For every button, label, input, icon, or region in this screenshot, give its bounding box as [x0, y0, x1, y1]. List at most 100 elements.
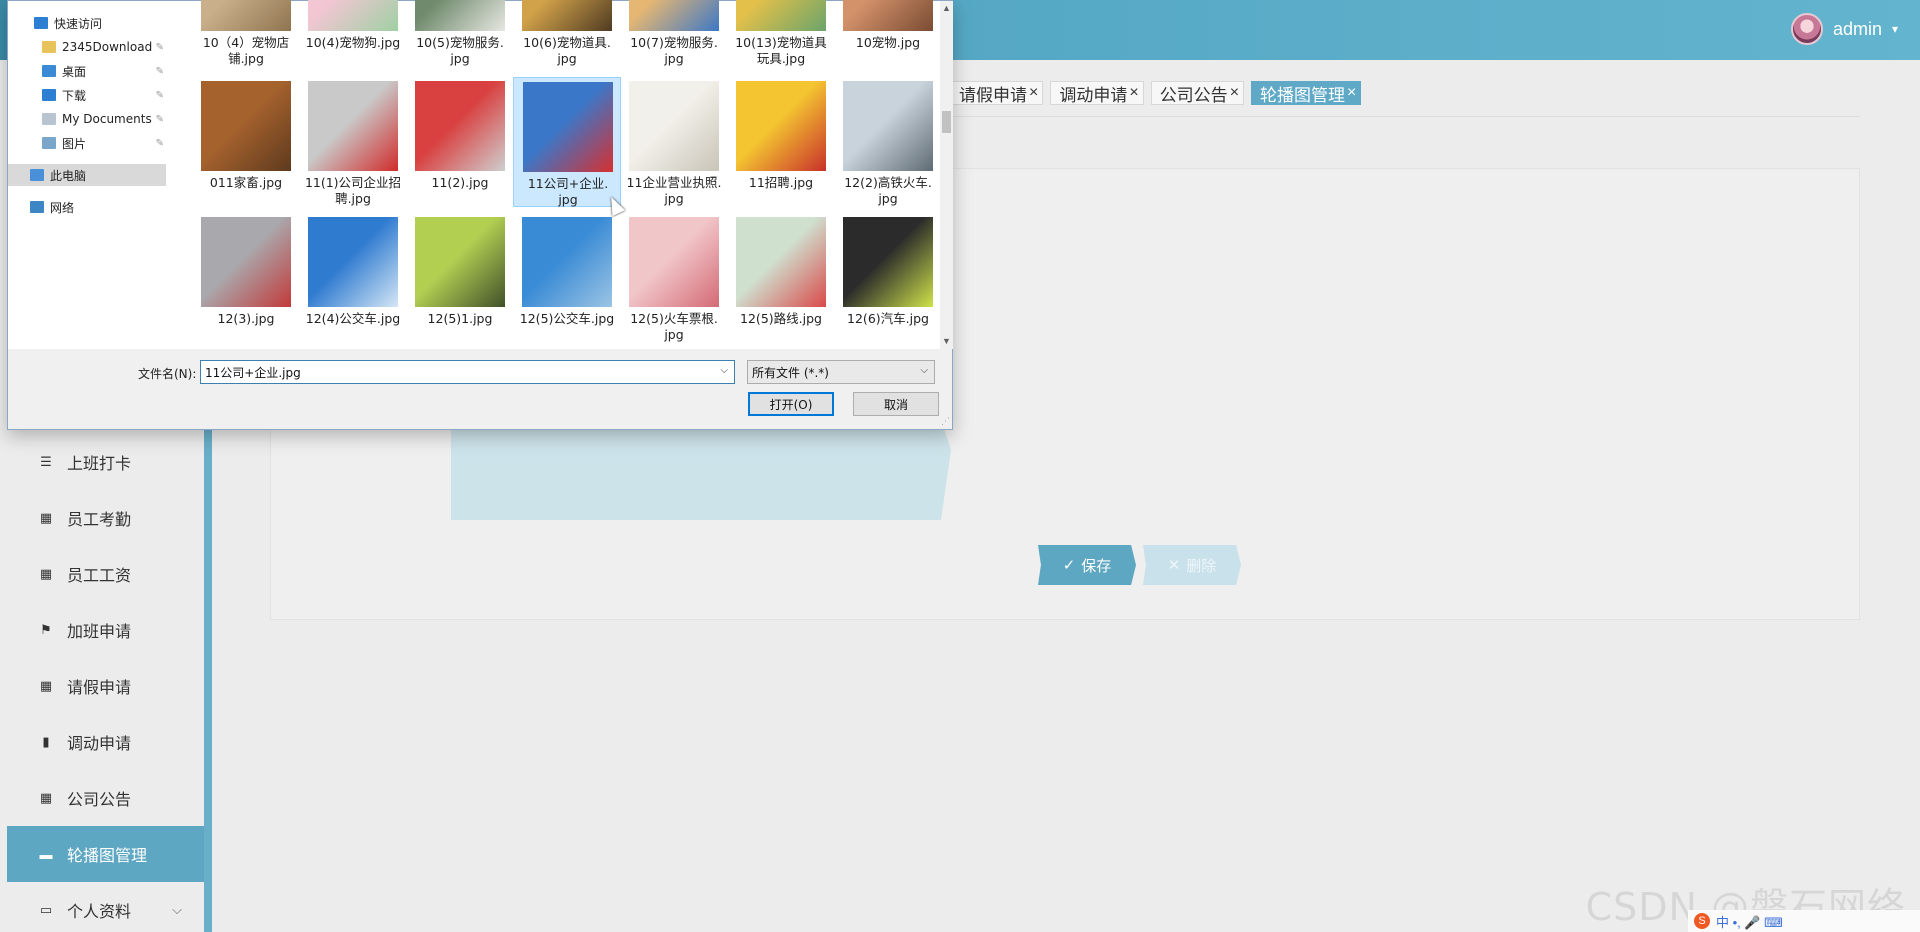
image-thumbnail[interactable]: [415, 217, 505, 307]
image-thumbnail[interactable]: [843, 0, 933, 31]
close-icon[interactable]: ×: [1029, 84, 1038, 102]
image-thumbnail[interactable]: [522, 0, 612, 31]
sidebar-item-7[interactable]: ▬ 轮播图管理: [7, 826, 204, 882]
avatar[interactable]: [1790, 13, 1823, 45]
file-item[interactable]: 10(6)宠物道具. jpg: [513, 0, 621, 67]
file-item[interactable]: 10（4）宠物店 铺.jpg: [192, 0, 300, 67]
file-name[interactable]: 11招聘.jpg: [727, 175, 835, 191]
file-name[interactable]: 11(1)公司企业招 聘.jpg: [299, 175, 407, 207]
tab-1[interactable]: 调动申请 ×: [1050, 81, 1144, 106]
image-thumbnail[interactable]: [415, 0, 505, 31]
image-upload-area[interactable]: [451, 420, 951, 520]
nav-item-label[interactable]: My Documents: [62, 112, 152, 126]
sidebar-item-3[interactable]: ⚑ 加班申请: [7, 602, 204, 658]
image-thumbnail[interactable]: [736, 0, 826, 31]
image-thumbnail[interactable]: [736, 81, 826, 171]
scroll-down-icon[interactable]: ▼: [940, 334, 953, 348]
file-name[interactable]: 12(6)汽车.jpg: [834, 311, 942, 327]
nav-item-4[interactable]: My Documents ✎: [8, 108, 166, 130]
file-name[interactable]: 12(3).jpg: [192, 311, 300, 327]
nav-item-label[interactable]: 此电脑: [50, 167, 86, 184]
save-button[interactable]: ✓ 保存: [1038, 545, 1136, 585]
file-item[interactable]: 11(2).jpg: [406, 77, 514, 207]
image-thumbnail[interactable]: [201, 81, 291, 171]
chevron-down-icon[interactable]: ⌵: [172, 902, 182, 918]
chevron-down-icon[interactable]: ⌵: [920, 365, 928, 376]
file-item[interactable]: 10(7)宠物服务. jpg: [620, 0, 728, 67]
file-name[interactable]: 10(4)宠物狗.jpg: [299, 35, 407, 51]
ime-status[interactable]: 中 •, 🎤 ⌨: [1716, 912, 1783, 931]
filetype-value[interactable]: 所有文件 (*.*): [752, 364, 829, 381]
file-item[interactable]: 10(13)宠物道具 玩具.jpg: [727, 0, 835, 67]
chevron-down-icon[interactable]: ▾: [1892, 22, 1898, 36]
image-thumbnail[interactable]: [415, 81, 505, 171]
close-icon[interactable]: ×: [1129, 84, 1138, 102]
file-item[interactable]: 11公司+企业. jpg: [513, 77, 621, 207]
filetype-select[interactable]: 所有文件 (*.*) ⌵: [747, 360, 935, 384]
sidebar-item-8[interactable]: ▭ 个人资料 ⌵: [7, 882, 204, 932]
file-item[interactable]: 12(5)1.jpg: [406, 213, 514, 343]
file-name[interactable]: 11企业营业执照. jpg: [620, 175, 728, 207]
nav-item-3[interactable]: 下载 ✎: [8, 84, 166, 106]
nav-item-label[interactable]: 桌面: [62, 63, 86, 80]
image-thumbnail[interactable]: [629, 0, 719, 31]
file-item[interactable]: 11招聘.jpg: [727, 77, 835, 207]
nav-item-6[interactable]: 此电脑: [8, 164, 166, 186]
file-item[interactable]: 12(5)火车票根. jpg: [620, 213, 728, 343]
scrollbar-thumb[interactable]: [942, 111, 951, 133]
nav-item-5[interactable]: 图片 ✎: [8, 132, 166, 154]
nav-item-label[interactable]: 网络: [50, 199, 74, 216]
file-name[interactable]: 12(5)公交车.jpg: [513, 311, 621, 327]
image-thumbnail[interactable]: [522, 217, 612, 307]
file-name[interactable]: 10(6)宠物道具. jpg: [513, 35, 621, 67]
ime-toolbar[interactable]: S 中 •, 🎤 ⌨: [1688, 910, 1920, 932]
nav-item-label[interactable]: 快速访问: [54, 15, 102, 32]
file-item[interactable]: 12(3).jpg: [192, 213, 300, 343]
file-item[interactable]: 12(5)公交车.jpg: [513, 213, 621, 343]
tab-label[interactable]: 调动申请: [1059, 81, 1127, 106]
close-icon[interactable]: ×: [1347, 84, 1356, 102]
file-item[interactable]: 11(1)公司企业招 聘.jpg: [299, 77, 407, 207]
image-thumbnail[interactable]: [308, 81, 398, 171]
file-name[interactable]: 10(5)宠物服务. jpg: [406, 35, 514, 67]
file-name[interactable]: 12(2)高铁火车. jpg: [834, 175, 942, 207]
image-thumbnail[interactable]: [843, 217, 933, 307]
tab-label[interactable]: 请假申请: [959, 81, 1027, 106]
filename-value[interactable]: 11公司+企业.jpg: [205, 364, 301, 381]
image-thumbnail[interactable]: [629, 217, 719, 307]
tab-label[interactable]: 公司公告: [1160, 81, 1228, 106]
username[interactable]: admin: [1833, 19, 1882, 40]
file-item[interactable]: 12(6)汽车.jpg: [834, 213, 942, 343]
user-menu[interactable]: admin ▾: [1790, 13, 1898, 45]
nav-item-label[interactable]: 图片: [62, 135, 86, 152]
file-name[interactable]: 12(4)公交车.jpg: [299, 311, 407, 327]
filename-input[interactable]: 11公司+企业.jpg ⌵: [200, 360, 735, 384]
image-thumbnail[interactable]: [308, 0, 398, 31]
file-item[interactable]: 12(2)高铁火车. jpg: [834, 77, 942, 207]
vertical-scrollbar[interactable]: ▲ ▼: [940, 1, 953, 349]
cancel-button[interactable]: 取消: [853, 392, 939, 416]
file-name[interactable]: 10宠物.jpg: [834, 35, 942, 51]
scroll-up-icon[interactable]: ▲: [940, 1, 953, 15]
tab-2[interactable]: 公司公告 ×: [1150, 81, 1245, 106]
image-thumbnail[interactable]: [629, 81, 719, 171]
sidebar-item-4[interactable]: ▦ 请假申请: [7, 658, 204, 714]
open-button[interactable]: 打开(O): [748, 392, 834, 416]
sidebar-item-0[interactable]: ☰ 上班打卡: [7, 434, 204, 490]
sidebar-item-2[interactable]: ▦ 员工工资: [7, 546, 204, 602]
image-thumbnail[interactable]: [843, 81, 933, 171]
file-name[interactable]: 11(2).jpg: [406, 175, 514, 191]
nav-item-7[interactable]: 网络: [8, 196, 166, 218]
tab-3[interactable]: 轮播图管理 ×: [1251, 81, 1362, 106]
close-icon[interactable]: ×: [1230, 84, 1239, 102]
nav-item-label[interactable]: 下载: [62, 87, 86, 104]
image-thumbnail[interactable]: [308, 217, 398, 307]
file-name[interactable]: 10（4）宠物店 铺.jpg: [192, 35, 300, 67]
file-name[interactable]: 10(7)宠物服务. jpg: [620, 35, 728, 67]
sidebar-item-6[interactable]: ▦ 公司公告: [7, 770, 204, 826]
file-item[interactable]: 10(5)宠物服务. jpg: [406, 0, 514, 67]
image-thumbnail[interactable]: [523, 82, 613, 172]
nav-item-label[interactable]: 2345Download: [62, 40, 152, 54]
image-thumbnail[interactable]: [201, 217, 291, 307]
tab-label[interactable]: 轮播图管理: [1260, 81, 1345, 106]
